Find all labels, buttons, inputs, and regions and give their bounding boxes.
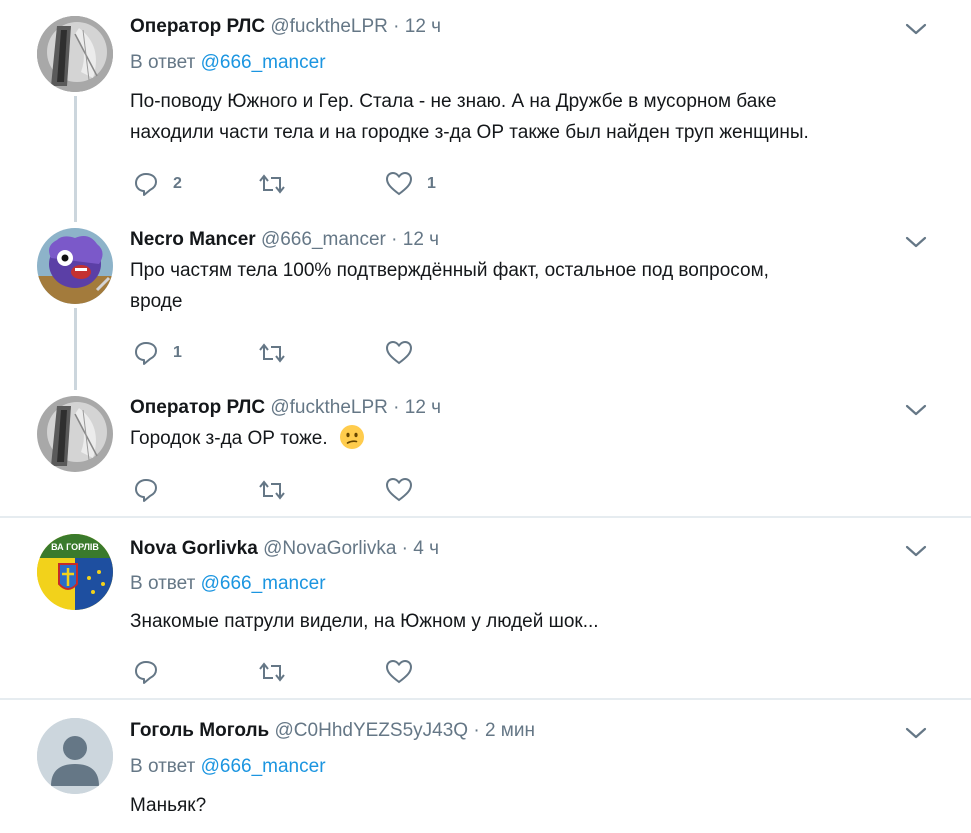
avatar-radar-image (37, 396, 113, 472)
reply-prefix: В ответ (130, 52, 196, 73)
separator: · (401, 538, 408, 559)
tweet-header: Оператор РЛС @fucktheLPR · 12 ч (130, 14, 441, 40)
retweet-button[interactable] (258, 477, 286, 503)
avatar[interactable] (37, 396, 113, 472)
like-button[interactable]: 1 (385, 171, 436, 197)
separator: · (391, 229, 398, 250)
reply-button[interactable]: 2 (133, 171, 182, 197)
reply-button[interactable]: 1 (133, 340, 182, 366)
reply-icon (135, 479, 157, 502)
timestamp[interactable]: 4 ч (413, 538, 439, 559)
reply-context: В ответ @666_mancer (130, 50, 326, 76)
retweet-button[interactable] (258, 171, 286, 197)
like-button[interactable] (385, 340, 413, 366)
avatar[interactable] (37, 718, 113, 794)
username[interactable]: @666_mancer (261, 229, 386, 250)
reply-mention-link[interactable]: @666_mancer (201, 52, 326, 73)
heart-icon (385, 340, 413, 365)
timestamp[interactable]: 12 ч (405, 16, 441, 37)
separator: · (393, 16, 400, 37)
chevron-down-icon[interactable] (905, 235, 927, 249)
heart-icon (385, 659, 413, 684)
tweet-text: Маньяк? (130, 790, 930, 821)
retweet-button[interactable] (258, 340, 286, 366)
reply-count: 2 (173, 175, 182, 192)
like-button[interactable] (385, 477, 413, 503)
avatar-radar-image (37, 16, 113, 92)
reply-prefix: В ответ (130, 573, 196, 594)
retweet-icon (259, 174, 285, 194)
tweet-text: Знакомые патрули видели, на Южном у люде… (130, 606, 930, 637)
tweet[interactable]: ВА ГОРЛІВ Nova Gorlivka @NovaGorlivka · … (0, 518, 971, 698)
like-button[interactable] (385, 659, 413, 685)
confused-face-emoji-icon (339, 425, 364, 449)
display-name[interactable]: Гоголь Моголь (130, 720, 269, 741)
chevron-down-icon[interactable] (905, 22, 927, 36)
tweet[interactable]: Оператор РЛС @fucktheLPR · 12 ч Городок … (0, 390, 971, 516)
chevron-down-icon[interactable] (905, 726, 927, 740)
timestamp[interactable]: 12 ч (405, 397, 441, 418)
avatar-monster-image (37, 228, 113, 304)
reply-button[interactable] (133, 659, 159, 685)
display-name[interactable]: Оператор РЛС (130, 16, 265, 37)
avatar[interactable]: ВА ГОРЛІВ (37, 534, 113, 610)
retweet-icon (259, 480, 285, 500)
tweet-text-line: По-поводу Южного и Гер. Стала - не знаю.… (130, 91, 777, 112)
reply-mention-link[interactable]: @666_mancer (201, 573, 326, 594)
timestamp[interactable]: 2 мин (485, 720, 535, 741)
tweet-text-line: Про частям тела 100% подтверждённый факт… (130, 260, 769, 281)
reply-count: 1 (173, 344, 182, 361)
thread-line (74, 96, 77, 222)
tweet-text: Городок з-да ОР тоже. (130, 423, 930, 454)
avatar[interactable] (37, 16, 113, 92)
reply-prefix: В ответ (130, 756, 196, 777)
tweet-text-line: Городок з-да ОР тоже. (130, 428, 328, 449)
separator: · (393, 397, 400, 418)
avatar[interactable] (37, 228, 113, 304)
display-name[interactable]: Necro Mancer (130, 229, 256, 250)
retweet-button[interactable] (258, 659, 286, 685)
tweet-text-line: вроде (130, 291, 183, 312)
tweet-text-line: находили части тела и на городке з-да ОР… (130, 122, 809, 143)
reply-mention-link[interactable]: @666_mancer (201, 756, 326, 777)
reply-icon (135, 661, 157, 684)
heart-icon (385, 477, 413, 502)
display-name[interactable]: Nova Gorlivka (130, 538, 258, 559)
tweet[interactable]: Necro Mancer @666_mancer · 12 ч Про част… (0, 222, 971, 390)
tweet-text: Про частям тела 100% подтверждённый факт… (130, 255, 930, 317)
tweet-header: Гоголь Моголь @C0HhdYEZS5yJ43Q · 2 мин (130, 718, 535, 744)
tweet-text-line: Знакомые патрули видели, на Южном у люде… (130, 611, 599, 632)
username[interactable]: @C0HhdYEZS5yJ43Q (275, 720, 469, 741)
reply-icon (135, 173, 157, 196)
separator: · (473, 720, 480, 741)
tweet-header: Necro Mancer @666_mancer · 12 ч (130, 227, 439, 253)
reply-icon (135, 342, 157, 365)
like-count: 1 (427, 175, 436, 192)
avatar-flag-emblem-image: ВА ГОРЛІВ (37, 534, 113, 610)
thread-line (74, 308, 77, 390)
default-avatar-icon (37, 718, 113, 794)
svg-text:ВА ГОРЛІВ: ВА ГОРЛІВ (51, 542, 99, 552)
tweet[interactable]: Оператор РЛС @fucktheLPR · 12 ч В ответ … (0, 0, 971, 222)
timestamp[interactable]: 12 ч (403, 229, 439, 250)
tweet-header: Оператор РЛС @fucktheLPR · 12 ч (130, 395, 441, 421)
retweet-icon (259, 343, 285, 363)
chevron-down-icon[interactable] (905, 403, 927, 417)
chevron-down-icon[interactable] (905, 544, 927, 558)
tweet-header: Nova Gorlivka @NovaGorlivka · 4 ч (130, 536, 439, 562)
username[interactable]: @NovaGorlivka (263, 538, 396, 559)
tweet-text-line: Маньяк? (130, 795, 207, 816)
reply-context: В ответ @666_mancer (130, 754, 326, 780)
retweet-icon (259, 662, 285, 682)
reply-button[interactable] (133, 477, 159, 503)
username[interactable]: @fucktheLPR (270, 397, 388, 418)
username[interactable]: @fucktheLPR (270, 16, 388, 37)
tweet[interactable]: Гоголь Моголь @C0HhdYEZS5yJ43Q · 2 мин В… (0, 700, 971, 833)
reply-context: В ответ @666_mancer (130, 571, 326, 597)
display-name[interactable]: Оператор РЛС (130, 397, 265, 418)
tweet-text: По-поводу Южного и Гер. Стала - не знаю.… (130, 86, 930, 148)
heart-icon (385, 171, 413, 196)
